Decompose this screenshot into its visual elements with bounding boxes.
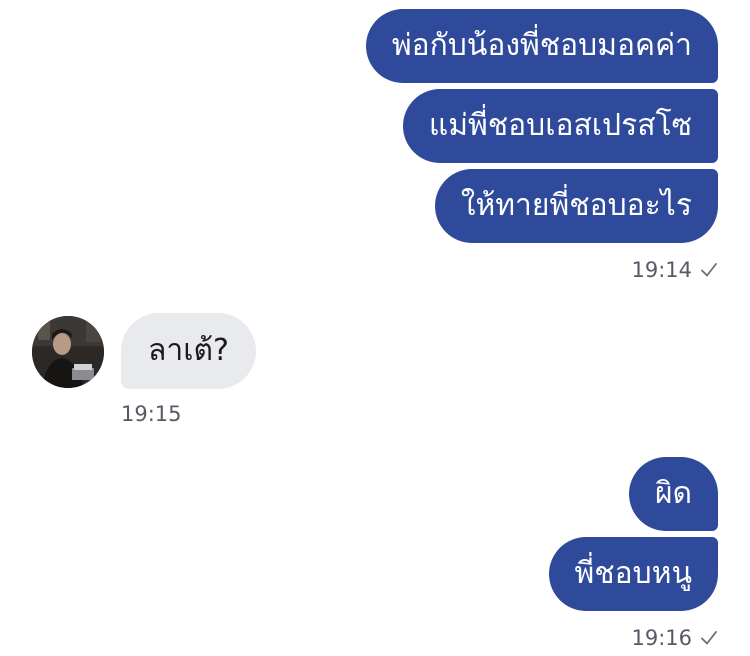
checkmark-icon <box>701 263 717 277</box>
outgoing-message-bubble[interactable]: พ่อกับน้องพี่ชอบมอคค่า <box>365 9 718 83</box>
message-text: แม่พี่ชอบเอสเปรสโซ <box>428 108 692 143</box>
outgoing-message-bubble[interactable]: ให้ทายพี่ชอบอะไร <box>434 169 718 243</box>
message-timestamp: 19:16 <box>631 626 718 650</box>
message-timestamp: 19:15 <box>121 402 182 426</box>
timestamp-text: 19:15 <box>121 402 182 426</box>
outgoing-message-bubble[interactable]: แม่พี่ชอบเอสเปรสโซ <box>402 89 718 163</box>
contact-avatar[interactable] <box>32 316 104 388</box>
message-text: ให้ทายพี่ชอบอะไร <box>460 188 692 223</box>
timestamp-text: 19:14 <box>631 258 692 282</box>
message-text: พี่ชอบหนู <box>574 556 692 591</box>
message-text: ลาเต้? <box>148 333 229 368</box>
outgoing-message-bubble[interactable]: ผิด <box>628 457 718 531</box>
checkmark-icon <box>701 631 717 645</box>
message-timestamp: 19:14 <box>631 258 718 282</box>
chat-thread: พ่อกับน้องพี่ชอบมอคค่า แม่พี่ชอบเอสเปรสโ… <box>0 0 750 656</box>
avatar-photo <box>32 316 104 388</box>
message-text: พ่อกับน้องพี่ชอบมอคค่า <box>391 28 692 63</box>
timestamp-text: 19:16 <box>631 626 692 650</box>
outgoing-message-bubble[interactable]: พี่ชอบหนู <box>548 537 718 611</box>
incoming-message-bubble[interactable]: ลาเต้? <box>121 313 256 389</box>
message-text: ผิด <box>654 476 692 511</box>
